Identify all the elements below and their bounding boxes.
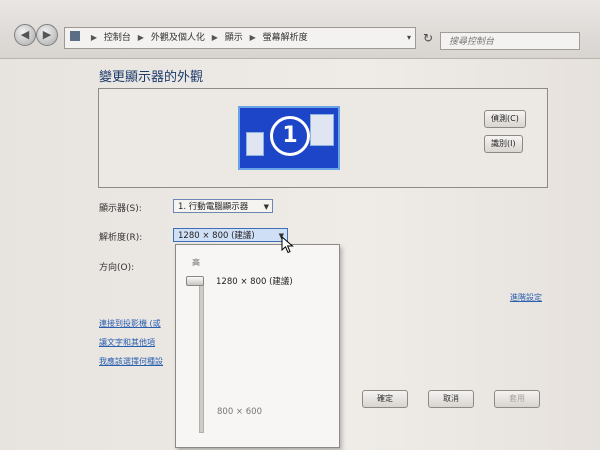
window-icon [246, 132, 264, 156]
which-settings-link[interactable]: 我應該選擇何種設 [99, 356, 163, 367]
display-label: 顯示器(S): [99, 204, 142, 214]
chevron-right-icon: ▶ [90, 33, 98, 42]
control-panel-icon [70, 31, 80, 41]
display-select[interactable]: 1. 行動電腦顯示器 ▼ [173, 199, 273, 213]
detect-button[interactable]: 偵測(C) [484, 110, 526, 128]
breadcrumb-item-resolution[interactable]: 螢幕解析度 [263, 33, 308, 43]
back-arrow-icon: ◀ [20, 28, 30, 41]
refresh-button[interactable]: ↻ [420, 30, 436, 46]
page-title: 變更顯示器的外觀 [99, 70, 204, 85]
refresh-icon: ↻ [422, 31, 434, 45]
chevron-right-icon: ▶ [137, 33, 144, 42]
monitor-number-badge: 1 [270, 116, 310, 156]
breadcrumb-item-display[interactable]: 顯示 [225, 33, 243, 43]
forward-button[interactable]: ▶ [36, 24, 58, 46]
resolution-select[interactable]: 1280 × 800 (建議) ▼ [173, 228, 288, 242]
address-toolbar: ◀ ▶ ▶ 控制台 ▶ 外觀及個人化 ▶ 顯示 ▶ 螢幕解析度 ▾ ↻ 搜尋控制… [0, 0, 600, 59]
chevron-down-icon[interactable]: ▾ [407, 28, 411, 48]
apply-button[interactable]: 套用 [494, 390, 540, 408]
breadcrumb-item-appearance[interactable]: 外觀及個人化 [151, 33, 205, 43]
projector-link[interactable]: 連接到投影機 (或 [99, 318, 161, 329]
chevron-down-icon: ▼ [263, 203, 269, 211]
orientation-label: 方向(O): [99, 263, 135, 273]
breadcrumb[interactable]: ▶ 控制台 ▶ 外觀及個人化 ▶ 顯示 ▶ 螢幕解析度 ▾ [64, 27, 416, 49]
back-button[interactable]: ◀ [14, 24, 36, 46]
search-input[interactable]: 搜尋控制台 [440, 32, 580, 50]
ok-button[interactable]: 確定 [362, 390, 408, 408]
resolution-label: 解析度(R): [99, 233, 143, 243]
mouse-pointer-icon [281, 236, 294, 254]
resolution-dropdown[interactable]: 高 1280 × 800 (建議) 800 × 600 [175, 244, 340, 448]
display-select-value: 1. 行動電腦顯示器 [178, 202, 249, 212]
resolution-slider-thumb[interactable] [186, 276, 204, 286]
forward-arrow-icon: ▶ [42, 28, 52, 41]
resolution-option-1280x800[interactable]: 1280 × 800 (建議) [216, 275, 293, 287]
resolution-select-value: 1280 × 800 (建議) [178, 231, 255, 241]
identify-button[interactable]: 識別(I) [484, 135, 523, 153]
text-size-link[interactable]: 讓文字和其他項 [99, 337, 155, 348]
breadcrumb-item-control-panel[interactable]: 控制台 [104, 33, 131, 43]
high-label: 高 [192, 258, 200, 267]
resolution-slider-track[interactable] [199, 283, 204, 433]
window-icon [310, 114, 334, 146]
chevron-right-icon: ▶ [249, 33, 256, 42]
chevron-right-icon: ▶ [211, 33, 218, 42]
monitor-1-tile[interactable]: 1 [238, 106, 340, 170]
cancel-button[interactable]: 取消 [428, 390, 474, 408]
resolution-option-800x600[interactable]: 800 × 600 [217, 407, 262, 417]
advanced-settings-link[interactable]: 進階設定 [510, 292, 542, 303]
